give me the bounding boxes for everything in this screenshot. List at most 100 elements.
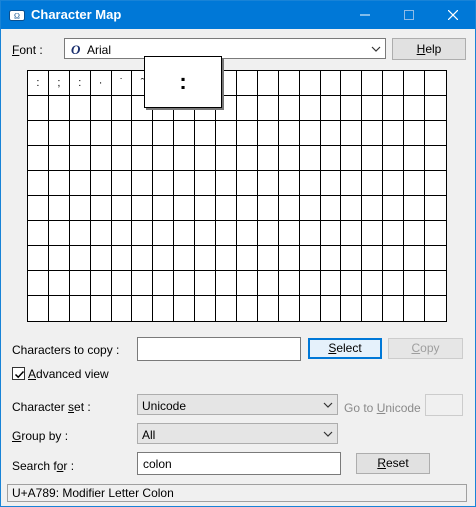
character-cell[interactable] [258,296,279,321]
character-cell[interactable] [236,146,258,171]
help-button[interactable]: Help [392,38,466,60]
character-cell[interactable] [69,246,91,271]
character-cell[interactable] [28,221,49,246]
character-cell[interactable] [132,296,154,321]
character-cell[interactable] [28,146,49,171]
character-cell[interactable] [111,221,133,246]
character-cell[interactable] [132,146,154,171]
character-cell[interactable] [257,246,279,271]
character-cell[interactable]: ˙ [111,71,133,96]
character-cell[interactable] [236,196,258,221]
character-cell[interactable] [278,146,300,171]
character-cell[interactable] [28,196,49,221]
advanced-view-label[interactable]: Advanced view [28,366,109,382]
character-cell[interactable] [112,296,133,321]
character-cell[interactable] [279,296,300,321]
character-cell[interactable] [49,296,70,321]
character-cell[interactable] [299,171,321,196]
character-cell[interactable] [48,121,70,146]
character-cell[interactable]: ; [48,71,70,96]
character-cell[interactable] [320,271,342,296]
character-cell[interactable] [257,96,279,121]
character-cell[interactable] [90,171,112,196]
character-cell[interactable] [153,146,175,171]
character-cell[interactable] [362,146,384,171]
character-cell[interactable] [278,221,300,246]
character-cell[interactable] [320,171,342,196]
character-cell[interactable] [111,171,133,196]
character-cell[interactable] [216,246,237,271]
close-button[interactable] [431,1,475,29]
character-cell[interactable] [257,171,279,196]
character-cell[interactable] [216,171,237,196]
title-bar[interactable]: Ω Character Map [1,1,475,29]
character-cell[interactable] [48,171,70,196]
character-cell[interactable] [216,221,237,246]
reset-button[interactable]: Reset [356,453,430,474]
character-cell[interactable] [383,221,405,246]
character-cell[interactable] [299,271,321,296]
character-cell[interactable] [362,196,384,221]
character-cell[interactable] [341,296,363,321]
character-cell[interactable] [48,196,70,221]
character-cell[interactable] [91,296,112,321]
character-cell[interactable] [195,121,217,146]
character-cell[interactable] [111,96,133,121]
character-cell[interactable] [425,271,446,296]
character-cell[interactable] [195,196,217,221]
character-cell[interactable] [236,171,258,196]
character-cell[interactable] [341,171,363,196]
character-cell[interactable] [257,71,279,96]
character-cell[interactable] [48,96,70,121]
character-cell[interactable] [425,296,446,321]
character-cell[interactable] [69,171,91,196]
character-cell[interactable] [404,271,426,296]
character-cell[interactable] [132,221,154,246]
character-cell[interactable] [236,121,258,146]
character-cell[interactable] [257,121,279,146]
character-cell[interactable] [111,196,133,221]
character-cell[interactable] [341,71,363,96]
character-cell[interactable] [362,271,384,296]
character-cell[interactable] [216,146,237,171]
character-cell[interactable] [341,221,363,246]
character-cell[interactable] [132,196,154,221]
character-cell[interactable] [69,196,91,221]
character-cell[interactable] [404,196,426,221]
character-cell[interactable] [341,271,363,296]
character-cell[interactable] [404,171,426,196]
character-cell[interactable] [28,246,49,271]
character-cell[interactable] [111,146,133,171]
character-cell[interactable] [299,246,321,271]
character-cell[interactable] [69,121,91,146]
character-cell[interactable] [383,146,405,171]
character-cell[interactable] [299,71,321,96]
character-cell[interactable] [383,196,405,221]
character-cell[interactable] [195,246,217,271]
character-cell[interactable] [425,246,446,271]
character-cell[interactable] [28,121,49,146]
character-cell[interactable] [153,121,175,146]
character-cell[interactable] [278,171,300,196]
character-cell[interactable] [90,96,112,121]
character-cell[interactable] [404,146,426,171]
character-cell[interactable] [383,71,405,96]
character-cell[interactable]: : [28,71,49,96]
character-cell[interactable] [299,196,321,221]
character-cell[interactable] [236,96,258,121]
character-cell[interactable] [153,296,175,321]
character-cell[interactable] [299,96,321,121]
character-cell[interactable] [28,271,49,296]
character-cell[interactable] [383,171,405,196]
character-cell[interactable]: · [90,71,112,96]
character-cell[interactable] [153,271,175,296]
character-cell[interactable] [404,221,426,246]
character-cell[interactable] [236,71,258,96]
character-cell[interactable] [174,146,196,171]
character-cell[interactable] [174,171,196,196]
character-cell[interactable] [362,121,384,146]
characters-to-copy-input[interactable] [137,337,301,361]
character-cell[interactable] [341,96,363,121]
character-cell[interactable] [300,296,321,321]
character-cell[interactable] [320,196,342,221]
